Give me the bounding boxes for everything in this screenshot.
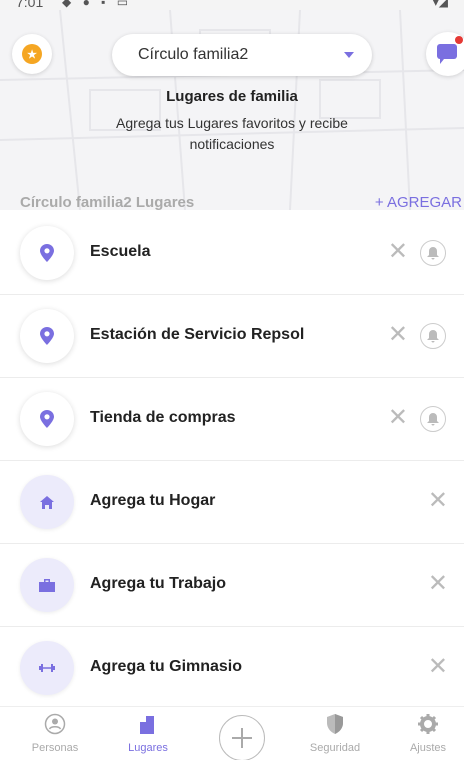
close-icon[interactable]: ✕ [388,323,408,347]
place-item[interactable]: Tienda de compras ✕ [0,378,464,461]
nav-label: Personas [31,742,79,754]
suggestion-icon-wrap [20,558,74,612]
map-background: ★ Círculo familia2 Lugares de familia Ag… [0,10,464,210]
star-badge-icon: ★ [22,44,42,64]
place-item[interactable]: Estación de Servicio Repsol ✕ [0,295,464,378]
bell-icon[interactable] [420,406,446,432]
place-icon-wrap [20,392,74,446]
place-name: Tienda de compras [90,409,236,426]
place-name: Escuela [90,243,151,260]
bell-icon[interactable] [420,323,446,349]
suggestion-name: Agrega tu Gimnasio [90,658,243,675]
promo-title: Lugares de familia [166,88,298,105]
chevron-down-icon [344,52,354,58]
suggestion-item-gym[interactable]: Agrega tu Gimnasio ✕ [0,627,464,710]
close-icon[interactable]: ✕ [428,655,448,679]
status-time: 7:01 [16,0,44,10]
chat-button[interactable] [426,32,464,76]
nav-lugares[interactable]: Lugares [108,713,188,754]
close-icon[interactable]: ✕ [388,240,408,264]
add-button[interactable] [219,715,265,760]
dumbbell-icon [39,664,55,672]
gear-icon [418,714,438,734]
bottom-nav: Personas Lugares Seguridad Ajustes [0,706,464,760]
map-pin-icon [40,327,54,345]
map-pin-icon [40,244,54,262]
circle-avatar-button[interactable]: ★ [12,34,52,74]
circle-selector[interactable]: Círculo familia2 [112,34,372,76]
close-icon[interactable]: ✕ [428,572,448,596]
status-icons: ◆ ● ▪ ▭ [62,0,133,9]
home-icon [40,495,54,509]
close-icon[interactable]: ✕ [388,406,408,430]
nav-label: Seguridad [309,742,361,754]
bell-icon[interactable] [420,240,446,266]
signal-icon: ▾◢ [432,0,448,9]
map-pin-icon [40,410,54,428]
status-bar: 7:01 ◆ ● ▪ ▭ ▾◢ [0,0,464,10]
place-name: Estación de Servicio Repsol [90,326,305,343]
places-promo: Lugares de familia Agrega tus Lugares fa… [0,88,464,155]
section-header: Círculo familia2 Lugares + AGREGAR [0,192,464,210]
nav-label: Ajustes [409,742,447,754]
promo-text: Agrega tus Lugares favoritos y recibe no… [116,115,348,152]
nav-label: Lugares [128,742,168,754]
places-list: Escuela ✕ Estación de Servicio Repsol ✕ … [0,212,464,710]
suggestion-item-home[interactable]: Agrega tu Hogar ✕ [0,461,464,544]
shield-icon [327,714,343,734]
top-bar: ★ Círculo familia2 [0,32,464,78]
suggestion-icon-wrap [20,475,74,529]
circle-name: Círculo familia2 [138,46,249,63]
close-icon[interactable]: ✕ [428,489,448,513]
buildings-icon [140,716,154,734]
suggestion-name: Agrega tu Trabajo [90,575,227,592]
suggestion-icon-wrap [20,641,74,695]
nav-seguridad[interactable]: Seguridad [295,713,375,754]
place-icon-wrap [20,309,74,363]
place-icon-wrap [20,226,74,280]
suggestion-name: Agrega tu Hogar [90,492,216,509]
suggestion-item-work[interactable]: Agrega tu Trabajo ✕ [0,544,464,627]
nav-ajustes[interactable]: Ajustes [388,713,464,754]
notification-dot [455,36,463,44]
place-item[interactable]: Escuela ✕ [0,212,464,295]
chat-icon [437,44,457,64]
briefcase-icon [39,578,55,592]
section-title: Círculo familia2 Lugares [20,194,195,210]
add-place-button[interactable]: + AGREGAR [375,194,462,210]
nav-personas[interactable]: Personas [15,713,95,754]
person-icon [44,713,66,735]
